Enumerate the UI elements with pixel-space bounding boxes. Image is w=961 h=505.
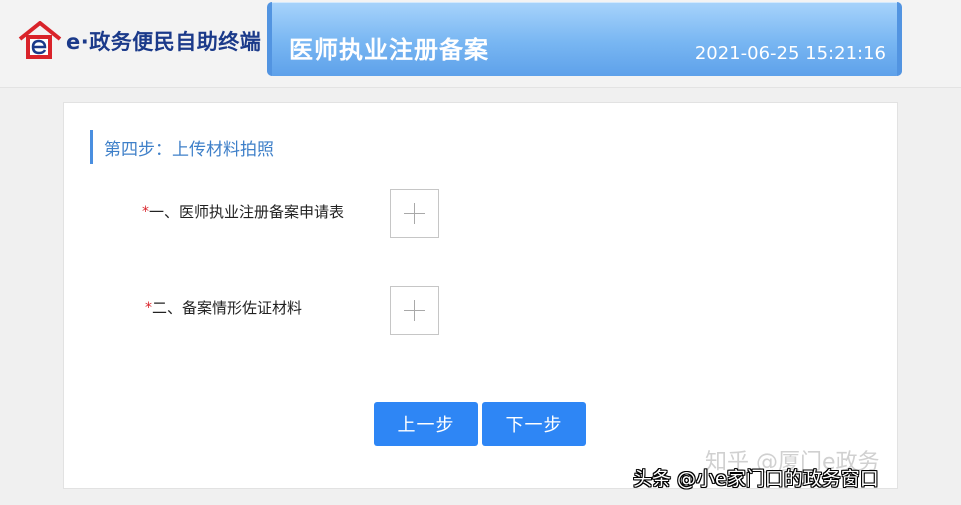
required-asterisk: * bbox=[145, 299, 152, 316]
page-title: 医师执业注册备案 bbox=[289, 36, 489, 64]
datetime-display: 2021-06-25 15:21:16 bbox=[694, 43, 886, 64]
house-e-logo-icon bbox=[18, 21, 62, 61]
upload-label: 一、医师执业注册备案申请表 bbox=[149, 203, 345, 221]
upload-button-application-form[interactable] bbox=[390, 189, 439, 238]
app-logo: e·政务便民自助终端 bbox=[18, 20, 261, 62]
content-card: 第四步：上传材料拍照 * 一、医师执业注册备案申请表 * 二、备案情形佐证材料 … bbox=[63, 102, 898, 489]
prev-step-button[interactable]: 上一步 bbox=[374, 402, 478, 446]
step-heading: 第四步：上传材料拍照 bbox=[90, 130, 274, 164]
upload-label: 二、备案情形佐证材料 bbox=[152, 299, 303, 317]
next-step-button[interactable]: 下一步 bbox=[482, 402, 586, 446]
upload-button-supporting-materials[interactable] bbox=[390, 286, 439, 335]
upload-row-application-form: * 一、医师执业注册备案申请表 bbox=[142, 201, 344, 222]
upload-row-supporting-materials: * 二、备案情形佐证材料 bbox=[145, 297, 302, 318]
required-asterisk: * bbox=[142, 203, 149, 220]
step-title: 第四步：上传材料拍照 bbox=[104, 139, 274, 160]
header-bar: e·政务便民自助终端 医师执业注册备案 2021-06-25 15:21:16 bbox=[0, 0, 961, 88]
title-banner: 医师执业注册备案 2021-06-25 15:21:16 bbox=[267, 2, 902, 76]
logo-text: e·政务便民自助终端 bbox=[66, 30, 262, 54]
watermark-bottom: 头条 @小e家门口的政务窗口 bbox=[633, 468, 879, 490]
